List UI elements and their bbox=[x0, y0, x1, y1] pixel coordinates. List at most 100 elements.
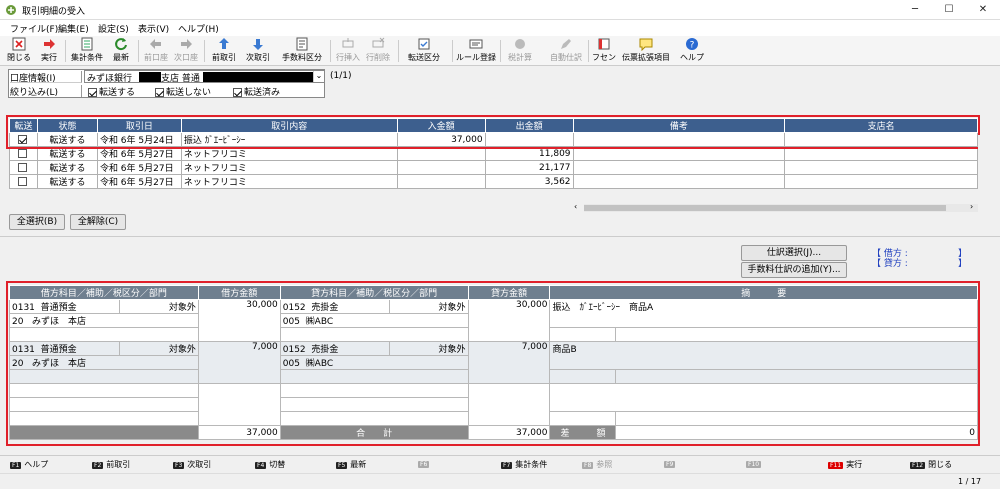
page-indicator: 1 / 17 bbox=[958, 477, 982, 486]
checkbox-checked-icon[interactable] bbox=[233, 88, 242, 97]
account-branch: 支店 普通 bbox=[161, 74, 200, 84]
run-button[interactable]: 実行 bbox=[36, 37, 62, 65]
checkbox-empty-icon[interactable] bbox=[17, 148, 27, 158]
grid-horizontal-scrollbar[interactable]: ‹ › bbox=[574, 202, 978, 212]
scroll-right-icon[interactable]: › bbox=[970, 202, 973, 211]
maximize-button[interactable]: ☐ bbox=[932, 0, 966, 20]
tax-calc-button[interactable]: 税計算 bbox=[504, 37, 536, 65]
insert-row-button[interactable]: 行挿入 bbox=[334, 37, 362, 65]
refresh-icon bbox=[115, 38, 127, 51]
redacted-branch bbox=[139, 72, 161, 82]
run-arrow-icon bbox=[44, 39, 55, 49]
f1-help-key[interactable]: F1 ヘルプ bbox=[10, 459, 48, 470]
account-info-label: 口座情報(I) bbox=[10, 71, 82, 84]
speech-bubble-icon bbox=[639, 38, 653, 51]
table-row[interactable]: 転送する 令和 6年 5月27日 ネットフリコミ 3,562 bbox=[9, 174, 978, 189]
checkbox-list-icon bbox=[418, 38, 430, 50]
menu-file[interactable]: ファイル(F) bbox=[10, 22, 58, 35]
aggregate-icon bbox=[81, 37, 93, 51]
help-button[interactable]: ? ヘルプ bbox=[678, 37, 706, 65]
svg-text:?: ? bbox=[690, 41, 695, 51]
f3-next-key[interactable]: F3 次取引 bbox=[173, 459, 211, 470]
f12-close-key[interactable]: F12 閉じる bbox=[910, 459, 952, 470]
scrollbar-thumb[interactable] bbox=[584, 205, 946, 211]
delete-row-button[interactable]: 行削除 bbox=[364, 37, 392, 65]
journal-vertical-scrollbar[interactable] bbox=[980, 285, 990, 445]
app-icon bbox=[6, 5, 16, 15]
checkbox-empty-icon[interactable] bbox=[17, 162, 27, 172]
grid-vertical-scrollbar[interactable] bbox=[978, 135, 988, 185]
f8-reference-key[interactable]: F8 参照 bbox=[582, 459, 612, 470]
highlight-box-transaction bbox=[6, 115, 980, 149]
tax-calc-icon bbox=[515, 39, 525, 49]
select-all-button[interactable]: 全選択(B) bbox=[9, 214, 65, 230]
menu-view[interactable]: 表示(V) bbox=[138, 22, 169, 35]
menu-help[interactable]: ヘルプ(H) bbox=[178, 22, 219, 35]
function-key-bar: F1 ヘルプ F2 前取引 F3 次取引 F4 切替 F5 最新 F6 F7 集計条件 F8… bbox=[0, 455, 1000, 473]
rule-icon bbox=[469, 39, 483, 49]
f5-refresh-key[interactable]: F5 最新 bbox=[336, 459, 366, 470]
toolbar: 閉じる 実行 集計条件 最新 前口座 次口座 前取引 次取引 手数料区分 行挿入 bbox=[0, 36, 1000, 66]
fee-class-button[interactable]: 手数料区分 bbox=[280, 37, 324, 65]
f7-aggregate-key[interactable]: F7 集計条件 bbox=[501, 459, 547, 470]
rule-register-button[interactable]: ルール登録 bbox=[456, 37, 496, 65]
fee-list-icon bbox=[296, 37, 308, 51]
close-icon bbox=[12, 37, 26, 51]
sticky-note-icon bbox=[598, 38, 610, 50]
insert-row-icon bbox=[342, 38, 354, 48]
account-select[interactable]: みずほ銀行 支店 普通 ⌄ bbox=[84, 70, 325, 84]
account-bank: みずほ銀行 bbox=[87, 74, 133, 84]
add-fee-journal-button[interactable]: 手数料仕訳の追加(Y)... bbox=[741, 262, 847, 278]
arrow-up-icon bbox=[219, 38, 229, 49]
f10-key[interactable]: F10 bbox=[746, 459, 764, 468]
menu-edit[interactable]: 編集(E) bbox=[58, 22, 89, 35]
refresh-button[interactable]: 最新 bbox=[108, 37, 134, 65]
pen-icon bbox=[561, 39, 571, 49]
window-title: 取引明細の受入 bbox=[22, 7, 86, 17]
credit-balance-label: 【 貸方 : bbox=[872, 259, 908, 269]
next-account-button[interactable]: 次口座 bbox=[172, 37, 200, 65]
divider bbox=[0, 236, 1000, 237]
filter-transfer[interactable]: 転送する bbox=[88, 85, 135, 98]
voucher-extension-button[interactable]: 伝票拡張項目 bbox=[620, 37, 672, 65]
journal-select-button[interactable]: 仕訳選択(J)... bbox=[741, 245, 847, 261]
f6-key[interactable]: F6 bbox=[418, 459, 432, 468]
title-bar: 取引明細の受入 ─ ☐ ✕ bbox=[0, 0, 1000, 20]
highlight-box-journal bbox=[6, 281, 980, 446]
narrow-label: 絞り込み(L) bbox=[10, 85, 82, 98]
status-bar: 1 / 17 bbox=[0, 473, 1000, 489]
f4-switch-key[interactable]: F4 切替 bbox=[255, 459, 285, 470]
filter-transferred[interactable]: 転送済み bbox=[233, 85, 280, 98]
table-row[interactable]: 転送する 令和 6年 5月27日 ネットフリコミ 21,177 bbox=[9, 160, 978, 175]
checkbox-checked-icon[interactable] bbox=[88, 88, 97, 97]
aggregate-button[interactable]: 集計条件 bbox=[68, 37, 106, 65]
arrow-down-icon bbox=[253, 39, 263, 50]
f9-key[interactable]: F9 bbox=[664, 459, 678, 468]
deselect-all-button[interactable]: 全解除(C) bbox=[70, 214, 126, 230]
f11-run-key[interactable]: F11 実行 bbox=[828, 459, 862, 470]
f2-prev-key[interactable]: F2 前取引 bbox=[92, 459, 130, 470]
arrow-right-icon bbox=[181, 39, 192, 49]
chevron-down-icon[interactable]: ⌄ bbox=[313, 71, 324, 82]
menu-settings[interactable]: 設定(S) bbox=[98, 22, 129, 35]
arrow-left-icon bbox=[150, 39, 161, 49]
transfer-class-button[interactable]: 転送区分 bbox=[402, 37, 446, 65]
minimize-button[interactable]: ─ bbox=[898, 0, 932, 20]
prev-transaction-button[interactable]: 前取引 bbox=[208, 37, 240, 65]
scroll-left-icon[interactable]: ‹ bbox=[574, 202, 577, 211]
filter-no-transfer[interactable]: 転送しない bbox=[155, 85, 211, 98]
prev-account-button[interactable]: 前口座 bbox=[142, 37, 170, 65]
checkbox-empty-icon[interactable] bbox=[17, 176, 27, 186]
close-window-button[interactable]: ✕ bbox=[966, 0, 1000, 20]
next-transaction-button[interactable]: 次取引 bbox=[242, 37, 274, 65]
credit-balance-close: 】 bbox=[958, 259, 968, 269]
menu-bar: ファイル(F) 編集(E) 設定(S) 表示(V) ヘルプ(H) bbox=[0, 20, 1000, 36]
delete-row-icon bbox=[372, 37, 385, 48]
account-page-count: (1/1) bbox=[330, 71, 352, 81]
checkbox-checked-icon[interactable] bbox=[155, 88, 164, 97]
auto-journal-button[interactable]: 自動仕訳 bbox=[548, 37, 584, 65]
sticky-note-button[interactable]: フセン bbox=[592, 37, 616, 65]
close-button[interactable]: 閉じる bbox=[6, 37, 32, 65]
help-icon: ? bbox=[686, 38, 698, 51]
redacted-account-number bbox=[203, 72, 313, 82]
